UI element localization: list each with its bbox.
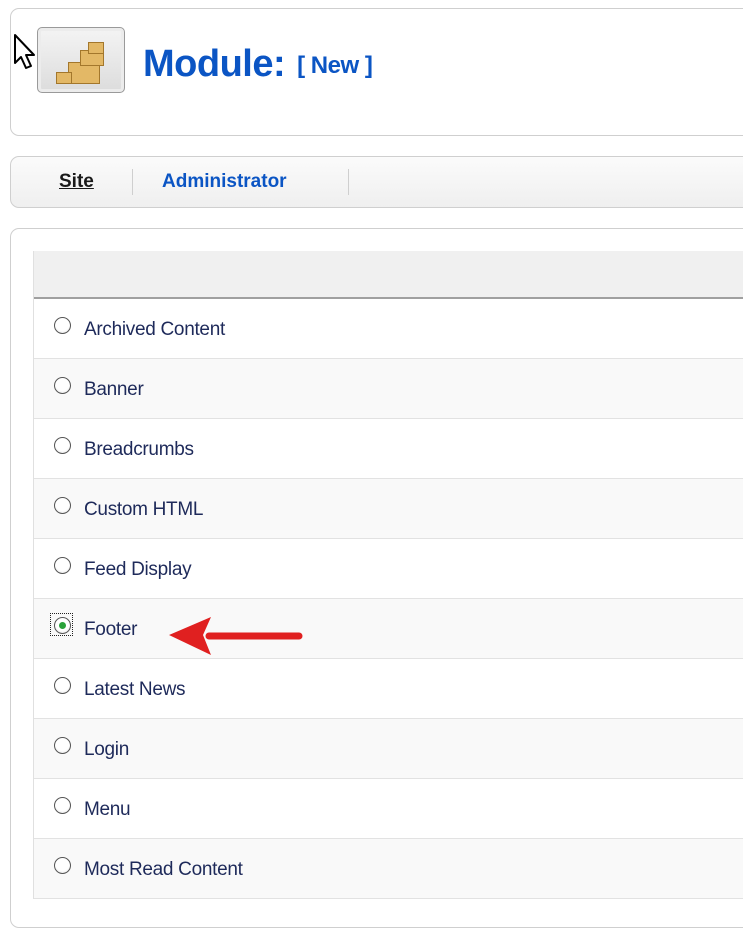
list-item[interactable]: Footer	[34, 599, 743, 659]
module-type-label[interactable]: Custom HTML	[84, 499, 203, 521]
page-header: Module: [ New ]	[10, 8, 743, 136]
list-item[interactable]: Custom HTML	[34, 479, 743, 539]
module-type-label[interactable]: Latest News	[84, 679, 186, 701]
list-item[interactable]: Login	[34, 719, 743, 779]
module-type-label[interactable]: Menu	[84, 799, 131, 821]
module-type-radio[interactable]	[54, 797, 71, 814]
tab-site[interactable]: Site	[59, 171, 94, 193]
client-tabs: Site Administrator	[10, 156, 743, 208]
module-type-radio[interactable]	[54, 437, 71, 454]
module-type-label[interactable]: Breadcrumbs	[84, 439, 194, 461]
list-item[interactable]: Feed Display	[34, 539, 743, 599]
module-icon	[37, 27, 125, 93]
module-type-radio[interactable]	[54, 857, 71, 874]
module-type-radio[interactable]	[54, 617, 71, 634]
list-item[interactable]: Archived Content	[34, 299, 743, 359]
module-type-radio[interactable]	[54, 377, 71, 394]
tab-divider	[132, 169, 133, 195]
page-subtitle: [ New ]	[297, 52, 373, 79]
module-type-label[interactable]: Feed Display	[84, 559, 192, 581]
mouse-cursor-icon	[14, 34, 35, 69]
list-item[interactable]: Latest News	[34, 659, 743, 719]
page-title-text: Module:	[143, 43, 286, 85]
red-arrow-icon	[169, 617, 303, 655]
tab-divider	[348, 169, 349, 195]
module-type-radio[interactable]	[54, 317, 71, 334]
page-title: Module: [ New ]	[143, 43, 373, 86]
module-type-radio[interactable]	[54, 677, 71, 694]
module-type-panel: Archived Content Banner Breadcrumbs Custom …	[10, 228, 743, 928]
module-type-radio[interactable]	[54, 737, 71, 754]
module-type-label[interactable]: Login	[84, 739, 129, 761]
module-type-radio[interactable]	[54, 497, 71, 514]
module-type-label[interactable]: Footer	[84, 619, 137, 641]
module-type-label[interactable]: Most Read Content	[84, 859, 243, 881]
list-item[interactable]: Banner	[34, 359, 743, 419]
list-header	[34, 251, 743, 299]
module-type-label[interactable]: Archived Content	[84, 319, 225, 341]
tab-administrator[interactable]: Administrator	[162, 171, 287, 193]
list-item[interactable]: Menu	[34, 779, 743, 839]
module-type-label[interactable]: Banner	[84, 379, 144, 401]
list-item[interactable]: Most Read Content	[34, 839, 743, 899]
module-type-radio[interactable]	[54, 557, 71, 574]
list-item[interactable]: Breadcrumbs	[34, 419, 743, 479]
module-type-list: Archived Content Banner Breadcrumbs Custom …	[33, 251, 743, 899]
